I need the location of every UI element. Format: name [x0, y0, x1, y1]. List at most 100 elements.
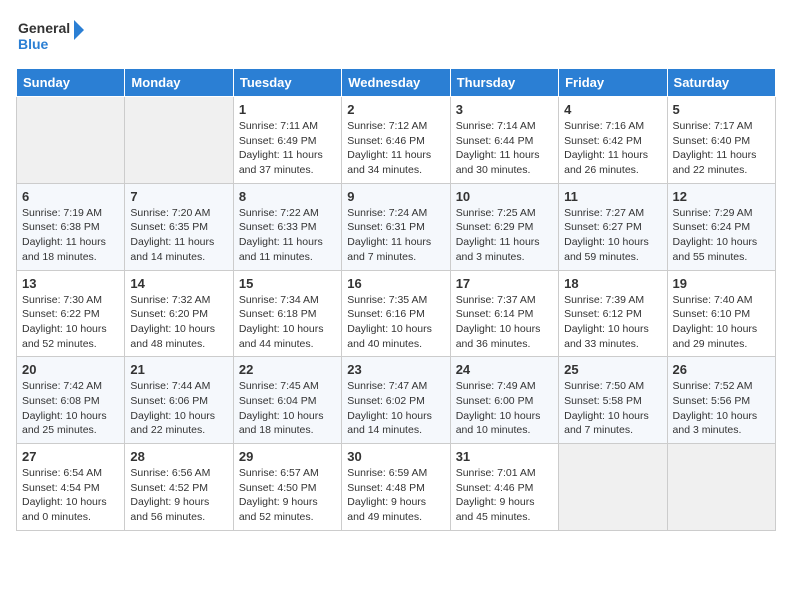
logo-svg: GeneralBlue	[16, 16, 86, 56]
weekday-header-row: SundayMondayTuesdayWednesdayThursdayFrid…	[17, 69, 776, 97]
day-info: Sunrise: 7:12 AMSunset: 6:46 PMDaylight:…	[347, 119, 444, 178]
calendar-cell: 13 Sunrise: 7:30 AMSunset: 6:22 PMDayligh…	[17, 270, 125, 357]
day-number: 2	[347, 102, 444, 117]
calendar-cell: 22 Sunrise: 7:45 AMSunset: 6:04 PMDayligh…	[233, 357, 341, 444]
calendar-cell: 10Sunrise: 7:25 AMSunset: 6:29 PMDayligh…	[450, 183, 558, 270]
calendar-cell: 6 Sunrise: 7:19 AMSunset: 6:38 PMDaylight…	[17, 183, 125, 270]
day-number: 25	[564, 362, 661, 377]
day-info: Sunrise: 7:16 AMSunset: 6:42 PMDaylight:…	[564, 119, 661, 178]
calendar-table: SundayMondayTuesdayWednesdayThursdayFrid…	[16, 68, 776, 531]
day-info: Sunrise: 7:35 AMSunset: 6:16 PMDaylight:…	[347, 293, 444, 352]
day-info: Sunrise: 7:32 AMSunset: 6:20 PMDaylight:…	[130, 293, 227, 352]
day-number: 24	[456, 362, 553, 377]
day-number: 9	[347, 189, 444, 204]
calendar-cell: 12 Sunrise: 7:29 AMSunset: 6:24 PMDayligh…	[667, 183, 775, 270]
calendar-cell: 24Sunrise: 7:49 AMSunset: 6:00 PMDayligh…	[450, 357, 558, 444]
day-number: 4	[564, 102, 661, 117]
day-number: 6	[22, 189, 119, 204]
day-number: 17	[456, 276, 553, 291]
page-header: GeneralBlue	[16, 16, 776, 56]
day-number: 3	[456, 102, 553, 117]
weekday-header-thursday: Thursday	[450, 69, 558, 97]
calendar-cell: 11 Sunrise: 7:27 AMSunset: 6:27 PMDayligh…	[559, 183, 667, 270]
day-number: 26	[673, 362, 770, 377]
calendar-week-5: 27 Sunrise: 6:54 AMSunset: 4:54 PMDayligh…	[17, 444, 776, 531]
calendar-cell: 19 Sunrise: 7:40 AMSunset: 6:10 PMDayligh…	[667, 270, 775, 357]
calendar-cell: 23 Sunrise: 7:47 AMSunset: 6:02 PMDayligh…	[342, 357, 450, 444]
day-info: Sunrise: 6:54 AMSunset: 4:54 PMDaylight:…	[22, 466, 119, 525]
day-info: Sunrise: 7:37 AMSunset: 6:14 PMDaylight:…	[456, 293, 553, 352]
day-info: Sunrise: 7:22 AMSunset: 6:33 PMDaylight:…	[239, 206, 336, 265]
day-number: 16	[347, 276, 444, 291]
day-number: 30	[347, 449, 444, 464]
calendar-cell: 17 Sunrise: 7:37 AMSunset: 6:14 PMDayligh…	[450, 270, 558, 357]
calendar-cell: 3 Sunrise: 7:14 AMSunset: 6:44 PMDaylight…	[450, 97, 558, 184]
calendar-cell: 7 Sunrise: 7:20 AMSunset: 6:35 PMDaylight…	[125, 183, 233, 270]
day-info: Sunrise: 7:30 AMSunset: 6:22 PMDaylight:…	[22, 293, 119, 352]
day-info: Sunrise: 7:20 AMSunset: 6:35 PMDaylight:…	[130, 206, 227, 265]
day-info: Sunrise: 7:42 AMSunset: 6:08 PMDaylight:…	[22, 379, 119, 438]
calendar-cell: 16 Sunrise: 7:35 AMSunset: 6:16 PMDayligh…	[342, 270, 450, 357]
day-number: 21	[130, 362, 227, 377]
calendar-cell: 14 Sunrise: 7:32 AMSunset: 6:20 PMDayligh…	[125, 270, 233, 357]
day-number: 8	[239, 189, 336, 204]
calendar-cell: 26 Sunrise: 7:52 AMSunset: 5:56 PMDayligh…	[667, 357, 775, 444]
day-number: 11	[564, 189, 661, 204]
day-info: Sunrise: 7:29 AMSunset: 6:24 PMDaylight:…	[673, 206, 770, 265]
calendar-cell: 1 Sunrise: 7:11 AMSunset: 6:49 PMDaylight…	[233, 97, 341, 184]
calendar-cell	[667, 444, 775, 531]
weekday-header-tuesday: Tuesday	[233, 69, 341, 97]
day-number: 14	[130, 276, 227, 291]
calendar-week-2: 6 Sunrise: 7:19 AMSunset: 6:38 PMDaylight…	[17, 183, 776, 270]
day-info: Sunrise: 7:01 AMSunset: 4:46 PMDaylight:…	[456, 466, 553, 525]
day-number: 27	[22, 449, 119, 464]
day-info: Sunrise: 7:14 AMSunset: 6:44 PMDaylight:…	[456, 119, 553, 178]
svg-text:Blue: Blue	[18, 36, 49, 52]
calendar-cell: 2 Sunrise: 7:12 AMSunset: 6:46 PMDaylight…	[342, 97, 450, 184]
day-info: Sunrise: 7:27 AMSunset: 6:27 PMDaylight:…	[564, 206, 661, 265]
calendar-cell: 31 Sunrise: 7:01 AMSunset: 4:46 PMDayligh…	[450, 444, 558, 531]
day-number: 22	[239, 362, 336, 377]
day-number: 12	[673, 189, 770, 204]
day-info: Sunrise: 6:59 AMSunset: 4:48 PMDaylight:…	[347, 466, 444, 525]
day-info: Sunrise: 7:19 AMSunset: 6:38 PMDaylight:…	[22, 206, 119, 265]
svg-text:General: General	[18, 20, 70, 36]
day-info: Sunrise: 7:17 AMSunset: 6:40 PMDaylight:…	[673, 119, 770, 178]
calendar-cell: 30 Sunrise: 6:59 AMSunset: 4:48 PMDayligh…	[342, 444, 450, 531]
day-info: Sunrise: 7:50 AMSunset: 5:58 PMDaylight:…	[564, 379, 661, 438]
day-number: 19	[673, 276, 770, 291]
calendar-cell	[17, 97, 125, 184]
day-info: Sunrise: 7:45 AMSunset: 6:04 PMDaylight:…	[239, 379, 336, 438]
calendar-cell: 29Sunrise: 6:57 AMSunset: 4:50 PMDayligh…	[233, 444, 341, 531]
day-number: 15	[239, 276, 336, 291]
calendar-week-4: 20Sunrise: 7:42 AMSunset: 6:08 PMDayligh…	[17, 357, 776, 444]
weekday-header-wednesday: Wednesday	[342, 69, 450, 97]
logo: GeneralBlue	[16, 16, 86, 56]
day-info: Sunrise: 7:11 AMSunset: 6:49 PMDaylight:…	[239, 119, 336, 178]
day-number: 28	[130, 449, 227, 464]
day-number: 13	[22, 276, 119, 291]
day-info: Sunrise: 7:47 AMSunset: 6:02 PMDaylight:…	[347, 379, 444, 438]
day-info: Sunrise: 7:44 AMSunset: 6:06 PMDaylight:…	[130, 379, 227, 438]
day-number: 31	[456, 449, 553, 464]
weekday-header-monday: Monday	[125, 69, 233, 97]
day-number: 23	[347, 362, 444, 377]
calendar-cell: 20Sunrise: 7:42 AMSunset: 6:08 PMDayligh…	[17, 357, 125, 444]
calendar-week-1: 1 Sunrise: 7:11 AMSunset: 6:49 PMDaylight…	[17, 97, 776, 184]
calendar-cell: 15Sunrise: 7:34 AMSunset: 6:18 PMDayligh…	[233, 270, 341, 357]
day-number: 7	[130, 189, 227, 204]
calendar-cell: 9Sunrise: 7:24 AMSunset: 6:31 PMDaylight…	[342, 183, 450, 270]
calendar-week-3: 13 Sunrise: 7:30 AMSunset: 6:22 PMDayligh…	[17, 270, 776, 357]
day-info: Sunrise: 7:40 AMSunset: 6:10 PMDaylight:…	[673, 293, 770, 352]
day-info: Sunrise: 7:39 AMSunset: 6:12 PMDaylight:…	[564, 293, 661, 352]
weekday-header-sunday: Sunday	[17, 69, 125, 97]
calendar-cell: 25 Sunrise: 7:50 AMSunset: 5:58 PMDayligh…	[559, 357, 667, 444]
day-info: Sunrise: 7:52 AMSunset: 5:56 PMDaylight:…	[673, 379, 770, 438]
weekday-header-friday: Friday	[559, 69, 667, 97]
calendar-cell: 4 Sunrise: 7:16 AMSunset: 6:42 PMDaylight…	[559, 97, 667, 184]
calendar-cell: 27 Sunrise: 6:54 AMSunset: 4:54 PMDayligh…	[17, 444, 125, 531]
calendar-cell: 28 Sunrise: 6:56 AMSunset: 4:52 PMDayligh…	[125, 444, 233, 531]
day-number: 1	[239, 102, 336, 117]
day-info: Sunrise: 6:56 AMSunset: 4:52 PMDaylight:…	[130, 466, 227, 525]
calendar-cell: 8 Sunrise: 7:22 AMSunset: 6:33 PMDaylight…	[233, 183, 341, 270]
